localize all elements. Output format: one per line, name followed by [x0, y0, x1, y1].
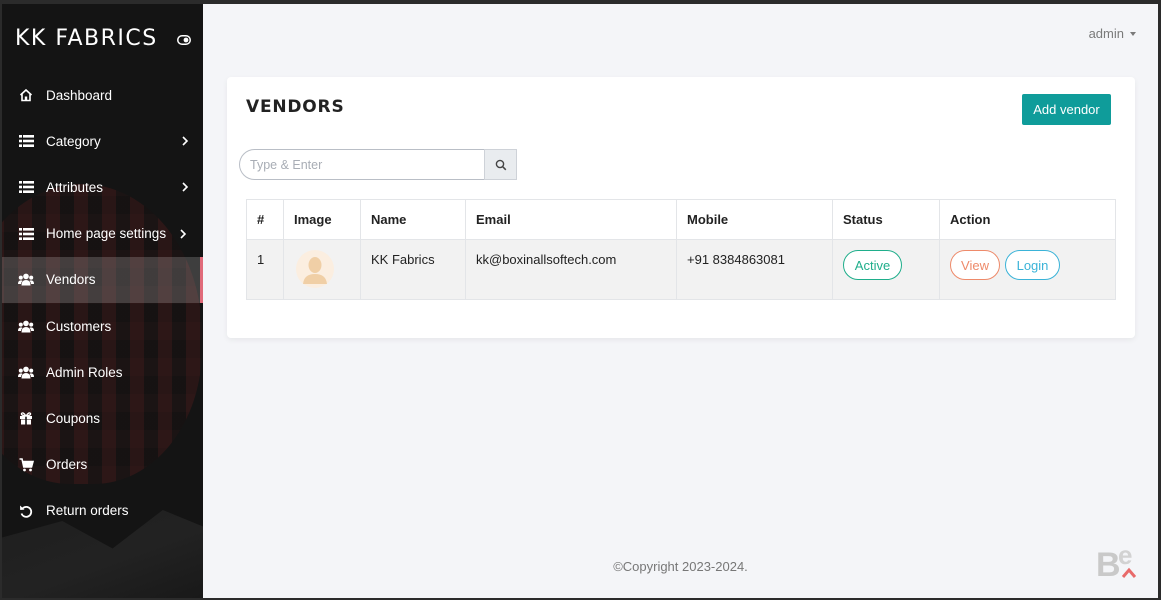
- sidebar-item-label: Dashboard: [46, 87, 113, 103]
- list-icon: [18, 226, 34, 242]
- cell-index: 1: [246, 239, 284, 300]
- sidebar-item-attributes[interactable]: Attributes: [2, 164, 203, 210]
- column-header-action: Action: [939, 199, 1116, 240]
- add-vendor-button[interactable]: Add vendor: [1022, 94, 1111, 125]
- cell-email: kk@boxinallsoftech.com: [465, 239, 677, 300]
- users-icon: [18, 364, 34, 380]
- sidebar-item-label: Return orders: [46, 503, 129, 519]
- column-header-status: Status: [832, 199, 940, 240]
- sidebar-item-dashboard[interactable]: Dashboard: [2, 72, 203, 118]
- sidebar-item-label: Attributes: [46, 179, 104, 195]
- sidebar-item-label: Category: [46, 133, 101, 149]
- brand-logo-text[interactable]: KK FABRICS: [15, 26, 158, 51]
- main-content: admin VENDORS Add vendor # I: [203, 4, 1158, 598]
- sidebar-item-label: Coupons: [46, 410, 101, 426]
- chevron-right-icon: [182, 136, 189, 146]
- home-icon: [18, 87, 34, 103]
- column-header-email: Email: [465, 199, 677, 240]
- sidebar-item-coupons[interactable]: Coupons: [2, 395, 203, 441]
- cell-actions: View Login: [939, 239, 1116, 300]
- table-row: 1 KK Fabrics kk@boxinallsoftech.com +91 …: [246, 239, 1116, 300]
- sidebar-nav: Dashboard Category Attributes Home page …: [2, 72, 203, 534]
- caret-down-icon: [1130, 31, 1136, 36]
- sidebar-item-label: Customers: [46, 318, 112, 334]
- cell-image: [283, 239, 361, 300]
- app-frame: KK FABRICS Dashboard Category Attributes…: [0, 0, 1161, 600]
- sidebar: KK FABRICS Dashboard Category Attributes…: [2, 4, 203, 598]
- vendors-card: VENDORS Add vendor # Image Name: [227, 77, 1135, 338]
- users-icon: [18, 318, 34, 334]
- gift-icon: [18, 410, 34, 426]
- cell-mobile: +91 8384863081: [676, 239, 833, 300]
- view-button[interactable]: View: [950, 250, 1000, 280]
- table-header-row: # Image Name Email Mobile Status Action: [246, 199, 1116, 240]
- column-header-mobile: Mobile: [676, 199, 833, 240]
- sidebar-toggle-icon[interactable]: [177, 35, 191, 45]
- users-icon: [18, 272, 34, 288]
- svg-text:e: e: [1118, 540, 1132, 570]
- user-menu[interactable]: admin: [1089, 26, 1136, 41]
- list-icon: [18, 179, 34, 195]
- column-header-name: Name: [360, 199, 466, 240]
- sidebar-item-customers[interactable]: Customers: [2, 303, 203, 349]
- sidebar-item-return-orders[interactable]: Return orders: [2, 488, 203, 534]
- sidebar-item-category[interactable]: Category: [2, 118, 203, 164]
- sidebar-item-admin-roles[interactable]: Admin Roles: [2, 349, 203, 395]
- sidebar-item-label: Home page settings: [46, 226, 167, 242]
- chevron-right-icon: [180, 229, 187, 239]
- sidebar-item-home-page-settings[interactable]: Home page settings: [2, 211, 203, 257]
- behance-watermark-logo: B e: [1096, 540, 1137, 580]
- sidebar-item-label: Admin Roles: [46, 364, 123, 380]
- sidebar-item-label: Orders: [46, 457, 88, 473]
- undo-icon: [18, 503, 34, 519]
- column-header-image: Image: [283, 199, 361, 240]
- person-placeholder-icon: [303, 257, 327, 284]
- sidebar-item-label: Vendors: [46, 272, 96, 288]
- chevron-right-icon: [182, 182, 189, 193]
- cart-icon: [18, 457, 34, 473]
- svg-text:B: B: [1096, 546, 1121, 580]
- list-icon: [18, 133, 34, 149]
- search-input[interactable]: [239, 149, 484, 180]
- search-icon: [495, 159, 506, 170]
- footer-copyright: ©Copyright 2023-2024.: [613, 559, 748, 574]
- cell-name: KK Fabrics: [360, 239, 466, 300]
- status-badge[interactable]: Active: [843, 250, 902, 280]
- sidebar-item-orders[interactable]: Orders: [2, 442, 203, 488]
- sidebar-item-vendors[interactable]: Vendors: [2, 256, 203, 304]
- search-bar: [239, 149, 517, 180]
- page-title: VENDORS: [246, 97, 345, 117]
- cell-status: Active: [832, 239, 940, 300]
- avatar: [296, 250, 334, 288]
- login-button[interactable]: Login: [1005, 250, 1060, 280]
- user-menu-label: admin: [1088, 26, 1124, 41]
- vendors-table: # Image Name Email Mobile Status Action …: [246, 199, 1116, 300]
- search-button[interactable]: [484, 149, 517, 180]
- column-header-index: #: [246, 199, 284, 240]
